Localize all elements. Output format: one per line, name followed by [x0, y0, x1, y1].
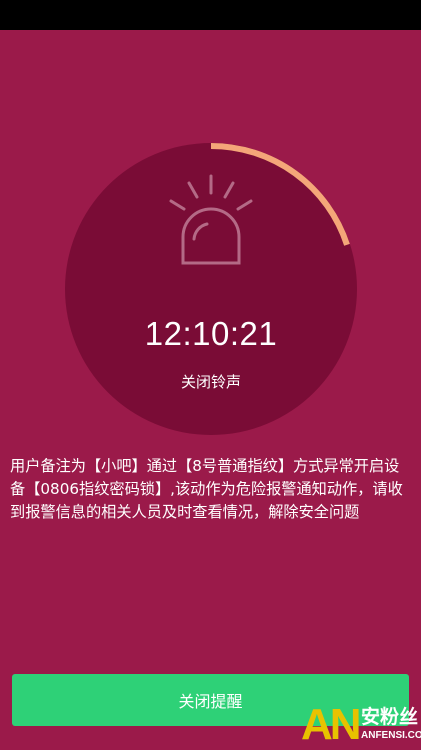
watermark-an-logo: AN	[301, 700, 362, 749]
watermark-cn-text: 安粉丝	[361, 706, 419, 728]
close-ringtone-button[interactable]: 关闭铃声	[161, 371, 261, 392]
alarm-message: 用户备注为【小吧】通过【8号普通指纹】方式异常开启设备【0806指纹密码锁】,该…	[10, 457, 403, 521]
alarm-circle: 12:10:21 关闭铃声	[65, 143, 357, 435]
status-bar	[0, 0, 421, 30]
siren-icon	[169, 174, 253, 265]
watermark-logo: AN 安粉丝 ANFENSI.COM	[301, 700, 421, 750]
watermark-en-text: ANFENSI.COM	[361, 730, 421, 741]
alarm-time: 12:10:21	[144, 315, 278, 352]
